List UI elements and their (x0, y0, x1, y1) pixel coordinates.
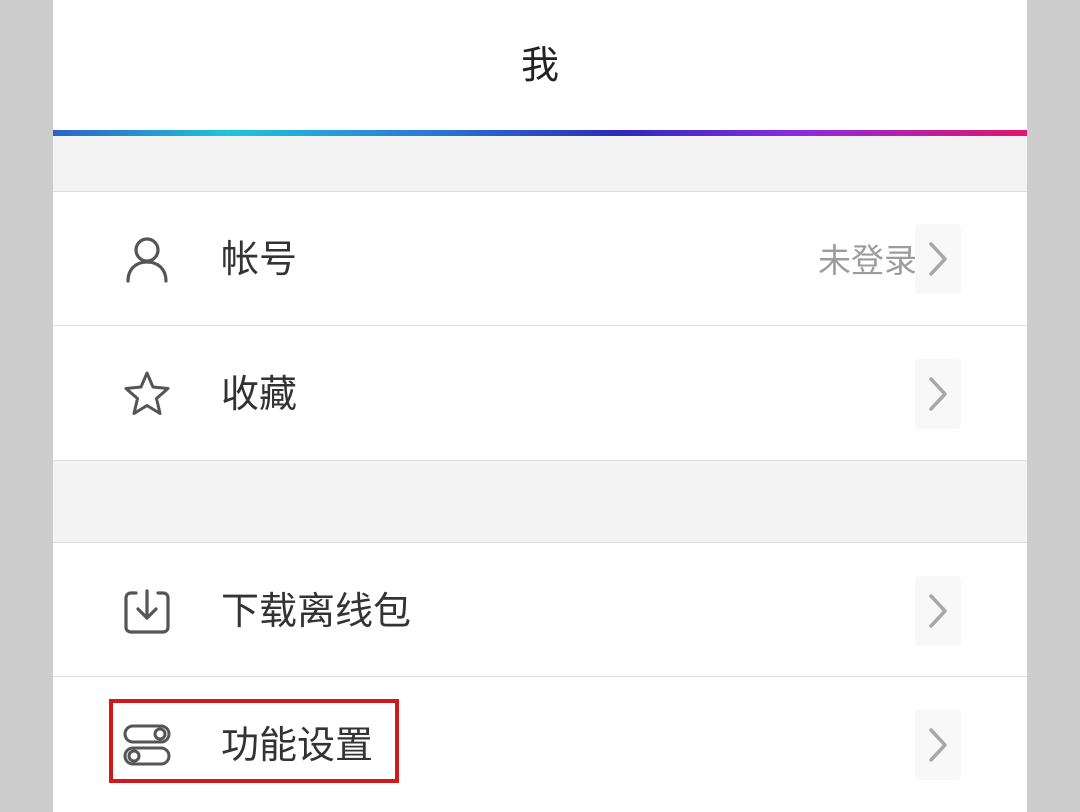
chevron-right-icon (915, 576, 961, 646)
phone-screen: 我 帐号 未登录 收藏 下载离线包 功能设置 (53, 0, 1027, 812)
user-icon (121, 233, 173, 285)
menu-item-offline-package[interactable]: 下载离线包 (53, 542, 1027, 676)
menu-item-label: 收藏 (221, 372, 298, 416)
highlight-box (109, 699, 399, 783)
chevron-right-icon (915, 359, 961, 429)
download-icon (121, 585, 173, 637)
login-status: 未登录 (818, 241, 917, 280)
header-gradient-bar (53, 130, 1027, 136)
chevron-right-icon (915, 710, 961, 780)
chevron-right-icon (915, 224, 961, 294)
menu-item-account[interactable]: 帐号 未登录 (53, 191, 1027, 325)
menu-item-favorites[interactable]: 收藏 (53, 325, 1027, 461)
menu-item-label: 下载离线包 (221, 589, 412, 633)
star-icon (121, 368, 173, 420)
menu-item-label: 帐号 (221, 237, 298, 281)
page-title: 我 (520, 43, 559, 87)
app-header: 我 (53, 0, 1027, 130)
